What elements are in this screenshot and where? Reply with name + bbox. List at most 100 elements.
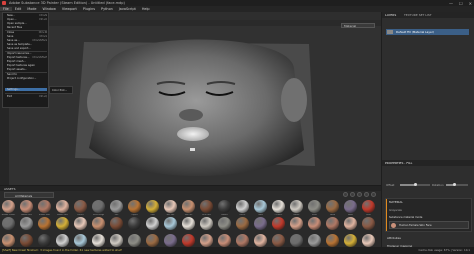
material-swatch[interactable] bbox=[272, 234, 285, 247]
close-button[interactable]: ✕ bbox=[469, 1, 472, 6]
menu-item-open[interactable]: Open... Ctrl+O bbox=[5, 18, 47, 21]
material-swatch[interactable] bbox=[56, 217, 69, 230]
minimize-button[interactable]: — bbox=[449, 1, 453, 6]
material-swatch[interactable] bbox=[200, 234, 213, 247]
material-swatch[interactable] bbox=[308, 200, 321, 213]
material-swatch[interactable] bbox=[110, 200, 123, 213]
material-swatch[interactable] bbox=[146, 200, 159, 213]
tab-layers[interactable]: LAYERS bbox=[385, 13, 396, 17]
material-swatch[interactable] bbox=[308, 217, 321, 230]
material-swatch[interactable] bbox=[74, 200, 87, 213]
menu-item-export-textures-again[interactable]: Export textures again bbox=[5, 64, 47, 67]
material-swatch[interactable] bbox=[38, 234, 51, 247]
menu-javascript[interactable]: JavaScript bbox=[116, 7, 139, 11]
material-swatch[interactable] bbox=[56, 234, 69, 247]
material-swatch[interactable] bbox=[344, 200, 357, 213]
tab-texture-set-list[interactable]: TEXTURE SET LIST bbox=[404, 13, 432, 17]
material-swatch[interactable] bbox=[362, 200, 375, 213]
menu-python[interactable]: Python bbox=[98, 7, 116, 11]
material-swatch[interactable] bbox=[308, 234, 321, 247]
material-swatch[interactable] bbox=[254, 200, 267, 213]
material-swatch[interactable] bbox=[326, 200, 339, 213]
grid-view-icon[interactable] bbox=[357, 192, 362, 197]
material-swatch[interactable] bbox=[290, 200, 303, 213]
material-swatch[interactable] bbox=[236, 234, 249, 247]
file-submenu[interactable]: Color Pick... bbox=[49, 86, 73, 94]
material-swatch[interactable] bbox=[2, 234, 15, 247]
material-swatch[interactable] bbox=[128, 200, 141, 213]
menu-item-export-assets[interactable]: Export assets... bbox=[5, 68, 47, 71]
material-swatch[interactable] bbox=[2, 217, 15, 230]
menu-item-send-to[interactable]: Send to bbox=[5, 73, 47, 76]
material-swatch[interactable] bbox=[20, 217, 33, 230]
menu-item-close[interactable]: Close Ctrl+W bbox=[5, 31, 47, 34]
menu-item-save-and-export[interactable]: Save and export... bbox=[5, 47, 47, 50]
material-swatch[interactable] bbox=[326, 234, 339, 247]
material-swatch[interactable] bbox=[218, 217, 231, 230]
material-swatch[interactable] bbox=[344, 234, 357, 247]
import-icon[interactable] bbox=[371, 192, 376, 197]
material-swatch[interactable] bbox=[290, 217, 303, 230]
material-swatch[interactable] bbox=[2, 200, 15, 213]
material-swatch[interactable] bbox=[218, 234, 231, 247]
material-swatch[interactable] bbox=[290, 234, 303, 247]
material-swatch[interactable] bbox=[110, 234, 123, 247]
filter-icon[interactable] bbox=[343, 192, 348, 197]
list-view-icon[interactable] bbox=[364, 192, 369, 197]
material-swatch[interactable] bbox=[38, 217, 51, 230]
material-swatch[interactable] bbox=[74, 217, 87, 230]
tab-properties-fill[interactable]: PROPERTIES - FILL bbox=[385, 161, 412, 165]
menu-plugins[interactable]: Plugins bbox=[80, 7, 98, 11]
menu-item-new[interactable]: New... Ctrl+N bbox=[5, 14, 47, 17]
material-swatch[interactable] bbox=[236, 200, 249, 213]
material-swatch[interactable] bbox=[92, 200, 105, 213]
material-swatch[interactable] bbox=[182, 200, 195, 213]
menu-item-recent-files[interactable]: Recent files bbox=[5, 26, 47, 29]
material-swatch[interactable] bbox=[128, 217, 141, 230]
material-swatch[interactable] bbox=[182, 234, 195, 247]
menu-item-import-resources[interactable]: Import resources... bbox=[5, 52, 47, 55]
material-swatch[interactable] bbox=[200, 200, 213, 213]
material-swatch[interactable] bbox=[20, 234, 33, 247]
search-icon[interactable] bbox=[350, 192, 355, 197]
material-swatch[interactable] bbox=[236, 217, 249, 230]
menu-item-open-sample[interactable]: Open sample... bbox=[5, 22, 47, 25]
maximize-button[interactable]: ☐ bbox=[459, 1, 463, 6]
material-swatch[interactable] bbox=[20, 200, 33, 213]
material-swatch[interactable] bbox=[74, 234, 87, 247]
material-swatch[interactable] bbox=[110, 217, 123, 230]
menu-item-project-configuration[interactable]: Project configuration... bbox=[5, 77, 47, 80]
material-swatch[interactable] bbox=[128, 234, 141, 247]
material-swatch[interactable] bbox=[362, 234, 375, 247]
menu-item-save[interactable]: Save Ctrl+S bbox=[5, 35, 47, 38]
layer-row[interactable]: Default Fill (Material Layer) bbox=[386, 29, 469, 35]
material-swatch[interactable] bbox=[92, 217, 105, 230]
menu-mode[interactable]: Mode bbox=[24, 7, 39, 11]
3d-viewport[interactable]: Material bbox=[9, 20, 381, 185]
material-swatch[interactable] bbox=[254, 234, 267, 247]
material-swatch[interactable] bbox=[146, 217, 159, 230]
material-swatch[interactable] bbox=[254, 217, 267, 230]
rotation-slider[interactable] bbox=[446, 184, 468, 186]
material-swatch[interactable] bbox=[200, 217, 213, 230]
attributes-label[interactable]: Attributes bbox=[387, 236, 401, 240]
menu-item-save-as[interactable]: Save as... Ctrl+Shift+S bbox=[5, 39, 47, 42]
material-swatch[interactable] bbox=[164, 217, 177, 230]
material-swatch[interactable] bbox=[164, 200, 177, 213]
menu-viewport[interactable]: Viewport bbox=[59, 7, 80, 11]
menu-edit[interactable]: Edit bbox=[12, 7, 25, 11]
material-swatch[interactable] bbox=[146, 234, 159, 247]
menu-item-export-textures[interactable]: Export textures... Ctrl+Shift+E bbox=[5, 56, 47, 59]
material-swatch[interactable] bbox=[218, 200, 231, 213]
menu-item-save-as-template[interactable]: Save as template... bbox=[5, 43, 47, 46]
material-swatch[interactable] bbox=[362, 217, 375, 230]
material-swatch[interactable] bbox=[272, 200, 285, 213]
material-swatch[interactable] bbox=[272, 217, 285, 230]
menu-help[interactable]: Help bbox=[139, 7, 153, 11]
material-swatch[interactable] bbox=[164, 234, 177, 247]
menu-item-exit[interactable]: Exit Ctrl+Q bbox=[5, 95, 47, 98]
menu-window[interactable]: Window bbox=[40, 7, 59, 11]
material-swatch[interactable] bbox=[326, 217, 339, 230]
menu-item-settings[interactable]: Settings... bbox=[5, 88, 47, 91]
offset-slider-handle[interactable] bbox=[414, 183, 417, 186]
